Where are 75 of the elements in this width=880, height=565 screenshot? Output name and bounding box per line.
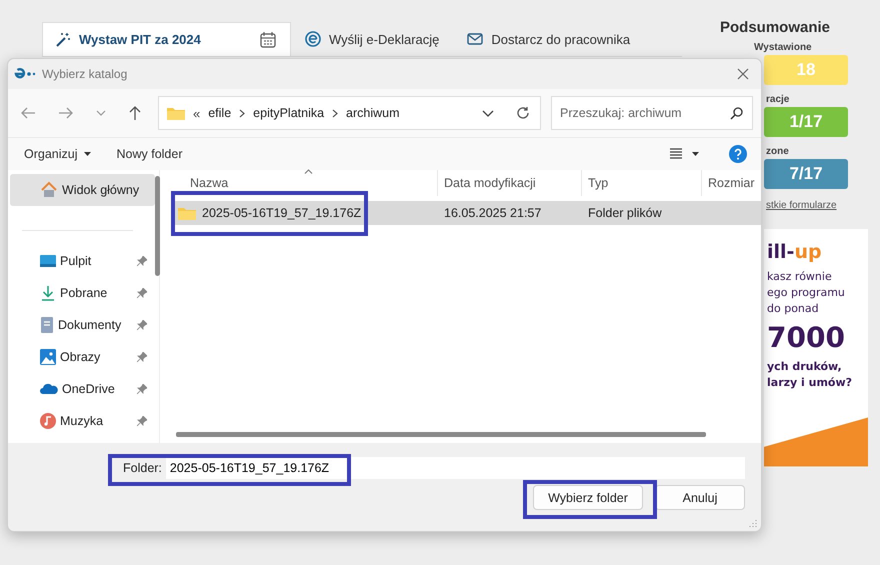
chevron-icon <box>239 108 246 118</box>
dropdown-icon <box>96 110 106 116</box>
calendar-icon <box>260 32 276 48</box>
cloud-icon <box>40 383 58 395</box>
column-header[interactable]: Data modyfikacji <box>438 170 582 196</box>
download-icon <box>40 285 56 301</box>
column-header[interactable]: Rozmiar <box>702 170 761 196</box>
back-icon <box>20 106 36 120</box>
breadcrumb-item[interactable]: archiwum <box>346 106 400 120</box>
stat-badge: 1/17 <box>764 107 848 137</box>
sidebar-item[interactable]: Dokumenty <box>8 309 159 341</box>
folder-icon <box>178 206 196 220</box>
stat-badge: 18 <box>764 55 848 85</box>
list-view-icon <box>670 148 682 160</box>
caret-icon <box>84 152 90 156</box>
breadcrumb-item[interactable]: epityPlatnika <box>253 106 324 120</box>
organize-menu-button[interactable]: Organizuj <box>18 145 96 163</box>
folder-input[interactable]: 2025-05-16T19_57_19.176Z <box>166 457 745 479</box>
envelope-icon <box>467 32 484 46</box>
ad-text: kasz równie ego programu do ponad <box>767 269 846 317</box>
tab[interactable]: Dostarcz do pracownika <box>453 22 644 56</box>
modified-date: 16.05.2025 21:57 <box>443 205 542 222</box>
dialog-title: Wybierz katalog <box>42 67 128 81</box>
stat-label: racje <box>766 94 790 106</box>
ad-number: 7000 <box>767 321 846 355</box>
scrollbar-thumb[interactable] <box>176 432 706 436</box>
stat-label: zone <box>766 146 790 158</box>
music-icon <box>40 413 56 429</box>
file-name: 2025-05-16T19_57_19.176Z <box>202 206 362 220</box>
select-folder-button[interactable]: Wybierz folder <box>533 485 643 510</box>
cancel-button[interactable]: Anuluj <box>655 485 745 510</box>
document-icon <box>40 317 54 333</box>
up-icon <box>128 105 142 121</box>
stat-label: Wystawione <box>754 42 813 54</box>
search-field[interactable]: Przeszukaj: archiwum <box>551 96 753 130</box>
wand-icon <box>55 32 71 48</box>
e-logo-icon <box>305 31 321 47</box>
search-icon <box>730 107 743 120</box>
file-row[interactable]: 2025-05-16T19_57_19.176Z 16.05.2025 21:57 Folder plików <box>174 201 761 225</box>
e-logo-icon <box>14 67 38 81</box>
desktop-icon <box>40 254 56 268</box>
sidebar-item[interactable]: Widok główny <box>10 174 155 206</box>
address-bar[interactable]: « efile epityPlatnika archiwum <box>158 96 541 130</box>
sort-icon <box>304 169 313 174</box>
folder-icon <box>167 106 185 120</box>
summary-title: Podsumowanie <box>718 19 832 38</box>
scrollbar-thumb[interactable] <box>155 176 160 276</box>
chevron-icon <box>332 108 338 118</box>
home-icon <box>40 181 58 199</box>
folder-label: Folder: <box>122 461 162 475</box>
sidebar-item[interactable]: Muzyka <box>8 405 159 437</box>
breadcrumb-item[interactable]: efile <box>208 106 232 120</box>
forms-link[interactable]: stkie formularze <box>766 200 868 211</box>
sidebar-item[interactable]: OneDrive <box>8 373 159 405</box>
close-icon <box>737 68 749 80</box>
refresh-icon <box>516 106 530 120</box>
sidebar-item[interactable]: Pobrane <box>8 277 159 309</box>
sidebar-item[interactable]: Pulpit <box>8 245 159 277</box>
help-icon <box>729 145 747 163</box>
sidebar-item[interactable]: Obrazy <box>8 341 159 373</box>
ad-logo: ill-up <box>767 241 823 263</box>
resize-grip-icon <box>749 519 757 527</box>
image-icon <box>40 349 56 365</box>
column-header[interactable]: Typ <box>582 170 702 196</box>
breadcrumb-overflow[interactable]: « <box>193 106 200 120</box>
ad-text: ych druków, larzy i umów? <box>767 359 854 391</box>
caret-icon <box>692 152 699 156</box>
forward-icon <box>58 106 74 120</box>
stat-badge: 7/17 <box>764 159 848 189</box>
dropdown-icon <box>482 110 494 116</box>
tab[interactable]: Wyślij e-Deklarację <box>291 22 454 56</box>
tab[interactable]: Wystaw PIT za 2024 <box>42 22 291 56</box>
new-folder-button[interactable]: Nowy folder <box>110 145 188 163</box>
column-header[interactable]: Nazwa <box>160 170 438 196</box>
file-type: Folder plików <box>587 205 663 222</box>
